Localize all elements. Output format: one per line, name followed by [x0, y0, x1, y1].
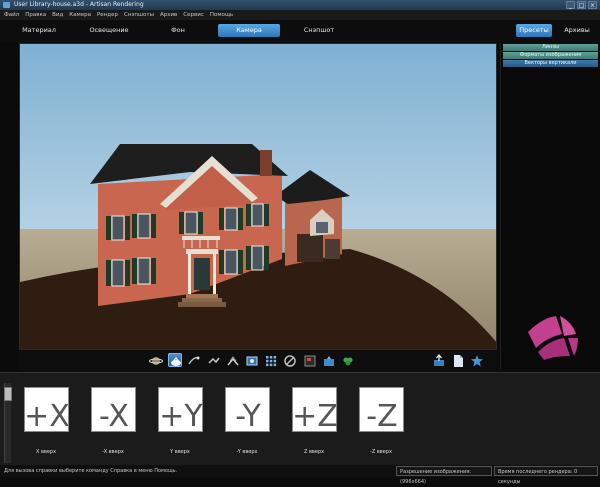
close-button[interactable]: × [588, 1, 597, 9]
panel-tool[interactable] [303, 353, 317, 367]
thumbnail-label: X вверх [35, 449, 57, 455]
tab-bar: Материал Освещение Фон Камера Снэпшот Пр… [0, 20, 600, 42]
thumbnail-plus-z[interactable]: +Z [292, 387, 338, 434]
grid-icon [266, 356, 277, 367]
title-bar: User Library-house.a3d - Artisan Renderi… [0, 0, 600, 10]
pan-tool[interactable] [207, 353, 221, 367]
no-icon [284, 355, 296, 367]
export-tool[interactable] [432, 353, 446, 367]
grid-tool[interactable] [264, 353, 278, 367]
minimize-button[interactable]: _ [566, 1, 575, 9]
no-tool[interactable] [283, 353, 297, 367]
tab-snapshot[interactable]: Снэпшот [296, 24, 342, 37]
panel-icon [304, 355, 316, 367]
thumbnail-minus-x[interactable]: -X [91, 387, 136, 434]
menu-archive[interactable]: Архив [160, 10, 177, 20]
thumbnail-minus-y[interactable]: -Y [225, 387, 270, 434]
fly-tool[interactable] [187, 353, 201, 367]
thumbnail-label: -X вверх [102, 449, 124, 455]
screenshot-tool[interactable] [322, 353, 336, 367]
tab-presets[interactable]: Пресеты [516, 24, 552, 37]
camera-toolbar [19, 351, 497, 370]
document-tool[interactable] [451, 353, 465, 367]
menu-camera[interactable]: Камера [69, 10, 91, 20]
minus-x-glyph: -X [99, 399, 129, 434]
preset-lenses[interactable]: Линзы [503, 44, 598, 51]
minus-y-glyph: -Y [235, 399, 261, 434]
frame-icon [246, 356, 258, 366]
house-render-image [20, 44, 496, 349]
menu-bar: Файл Правка Вид Камера Рендер Снэпшоты А… [0, 10, 600, 20]
status-resolution: Разрешение изображения: (996x664) [396, 466, 492, 485]
tab-camera[interactable]: Камера [218, 24, 280, 37]
thumbnail-label: Z вверх [303, 449, 325, 455]
preset-image-formats[interactable]: Форматы изображения [503, 52, 598, 59]
document-icon [454, 355, 463, 367]
raise-icon [227, 356, 239, 366]
orbit-tool[interactable] [149, 353, 163, 367]
camera-view-tool[interactable] [168, 353, 182, 367]
status-last-render: Время последнего рендера: 0 секунды [494, 466, 598, 485]
plus-y-glyph: +Y [159, 399, 203, 434]
vertical-vector-gallery: +X X вверх -X -X вверх +Y Y вверх -Y -Y … [0, 372, 600, 465]
pan-icon [208, 357, 220, 364]
fly-icon [188, 356, 200, 365]
tab-background[interactable]: Фон [158, 24, 198, 37]
preset-vertical-vectors[interactable]: Векторы вертикали [503, 60, 598, 67]
window-title: User Library-house.a3d - Artisan Renderi… [14, 1, 144, 8]
thumbnail-minus-z[interactable]: -Z [359, 387, 404, 434]
svg-text:-Z: -Z [366, 399, 397, 433]
thumbnail-label: Y вверх [170, 449, 190, 455]
thumbnail-label: -Y вверх [236, 449, 258, 455]
frame-tool[interactable] [245, 353, 259, 367]
render-viewport[interactable] [19, 43, 497, 350]
app-icon [3, 2, 10, 8]
export-icon [434, 353, 444, 366]
svg-text:-Y: -Y [235, 399, 261, 433]
slider-knob[interactable] [4, 387, 12, 401]
camera-view-icon [171, 357, 181, 366]
thumbnail-label: -Z вверх [370, 449, 392, 455]
tab-lighting[interactable]: Освещение [80, 24, 138, 37]
svg-text:+Y: +Y [159, 399, 203, 433]
svg-text:+X: +X [25, 399, 70, 433]
star-tool[interactable] [470, 353, 484, 367]
menu-render[interactable]: Рендер [97, 10, 118, 20]
tab-archives[interactable]: Архивы [560, 24, 594, 37]
menu-service[interactable]: Сервис [183, 10, 204, 20]
tab-material[interactable]: Материал [14, 24, 64, 37]
artisan-logo-icon [528, 316, 578, 360]
svg-text:-X: -X [99, 399, 129, 433]
thumbnail-plus-x[interactable]: +X [24, 387, 70, 434]
screenshot-icon [324, 356, 334, 366]
maximize-button[interactable]: □ [577, 1, 586, 9]
plus-z-glyph: +Z [292, 399, 338, 434]
star-icon [471, 355, 483, 367]
minus-z-glyph: -Z [366, 399, 397, 434]
svg-text:+Z: +Z [293, 399, 338, 433]
orbit-icon [149, 357, 163, 365]
menu-snapshots[interactable]: Снэпшоты [124, 10, 154, 20]
status-bar: Для вызова справки выберите команду Спра… [0, 465, 600, 485]
plant-tool[interactable] [341, 353, 355, 367]
menu-edit[interactable]: Правка [25, 10, 46, 20]
plus-x-glyph: +X [24, 399, 70, 434]
thumbnail-size-slider[interactable] [4, 383, 12, 463]
menu-file[interactable]: Файл [4, 10, 19, 20]
status-hint: Для вызова справки выберите команду Спра… [4, 468, 178, 474]
raise-tool[interactable] [226, 353, 240, 367]
menu-view[interactable]: Вид [52, 10, 63, 20]
plant-icon [343, 357, 353, 366]
thumbnail-plus-y[interactable]: +Y [158, 387, 203, 434]
menu-help[interactable]: Помощь [210, 10, 233, 20]
